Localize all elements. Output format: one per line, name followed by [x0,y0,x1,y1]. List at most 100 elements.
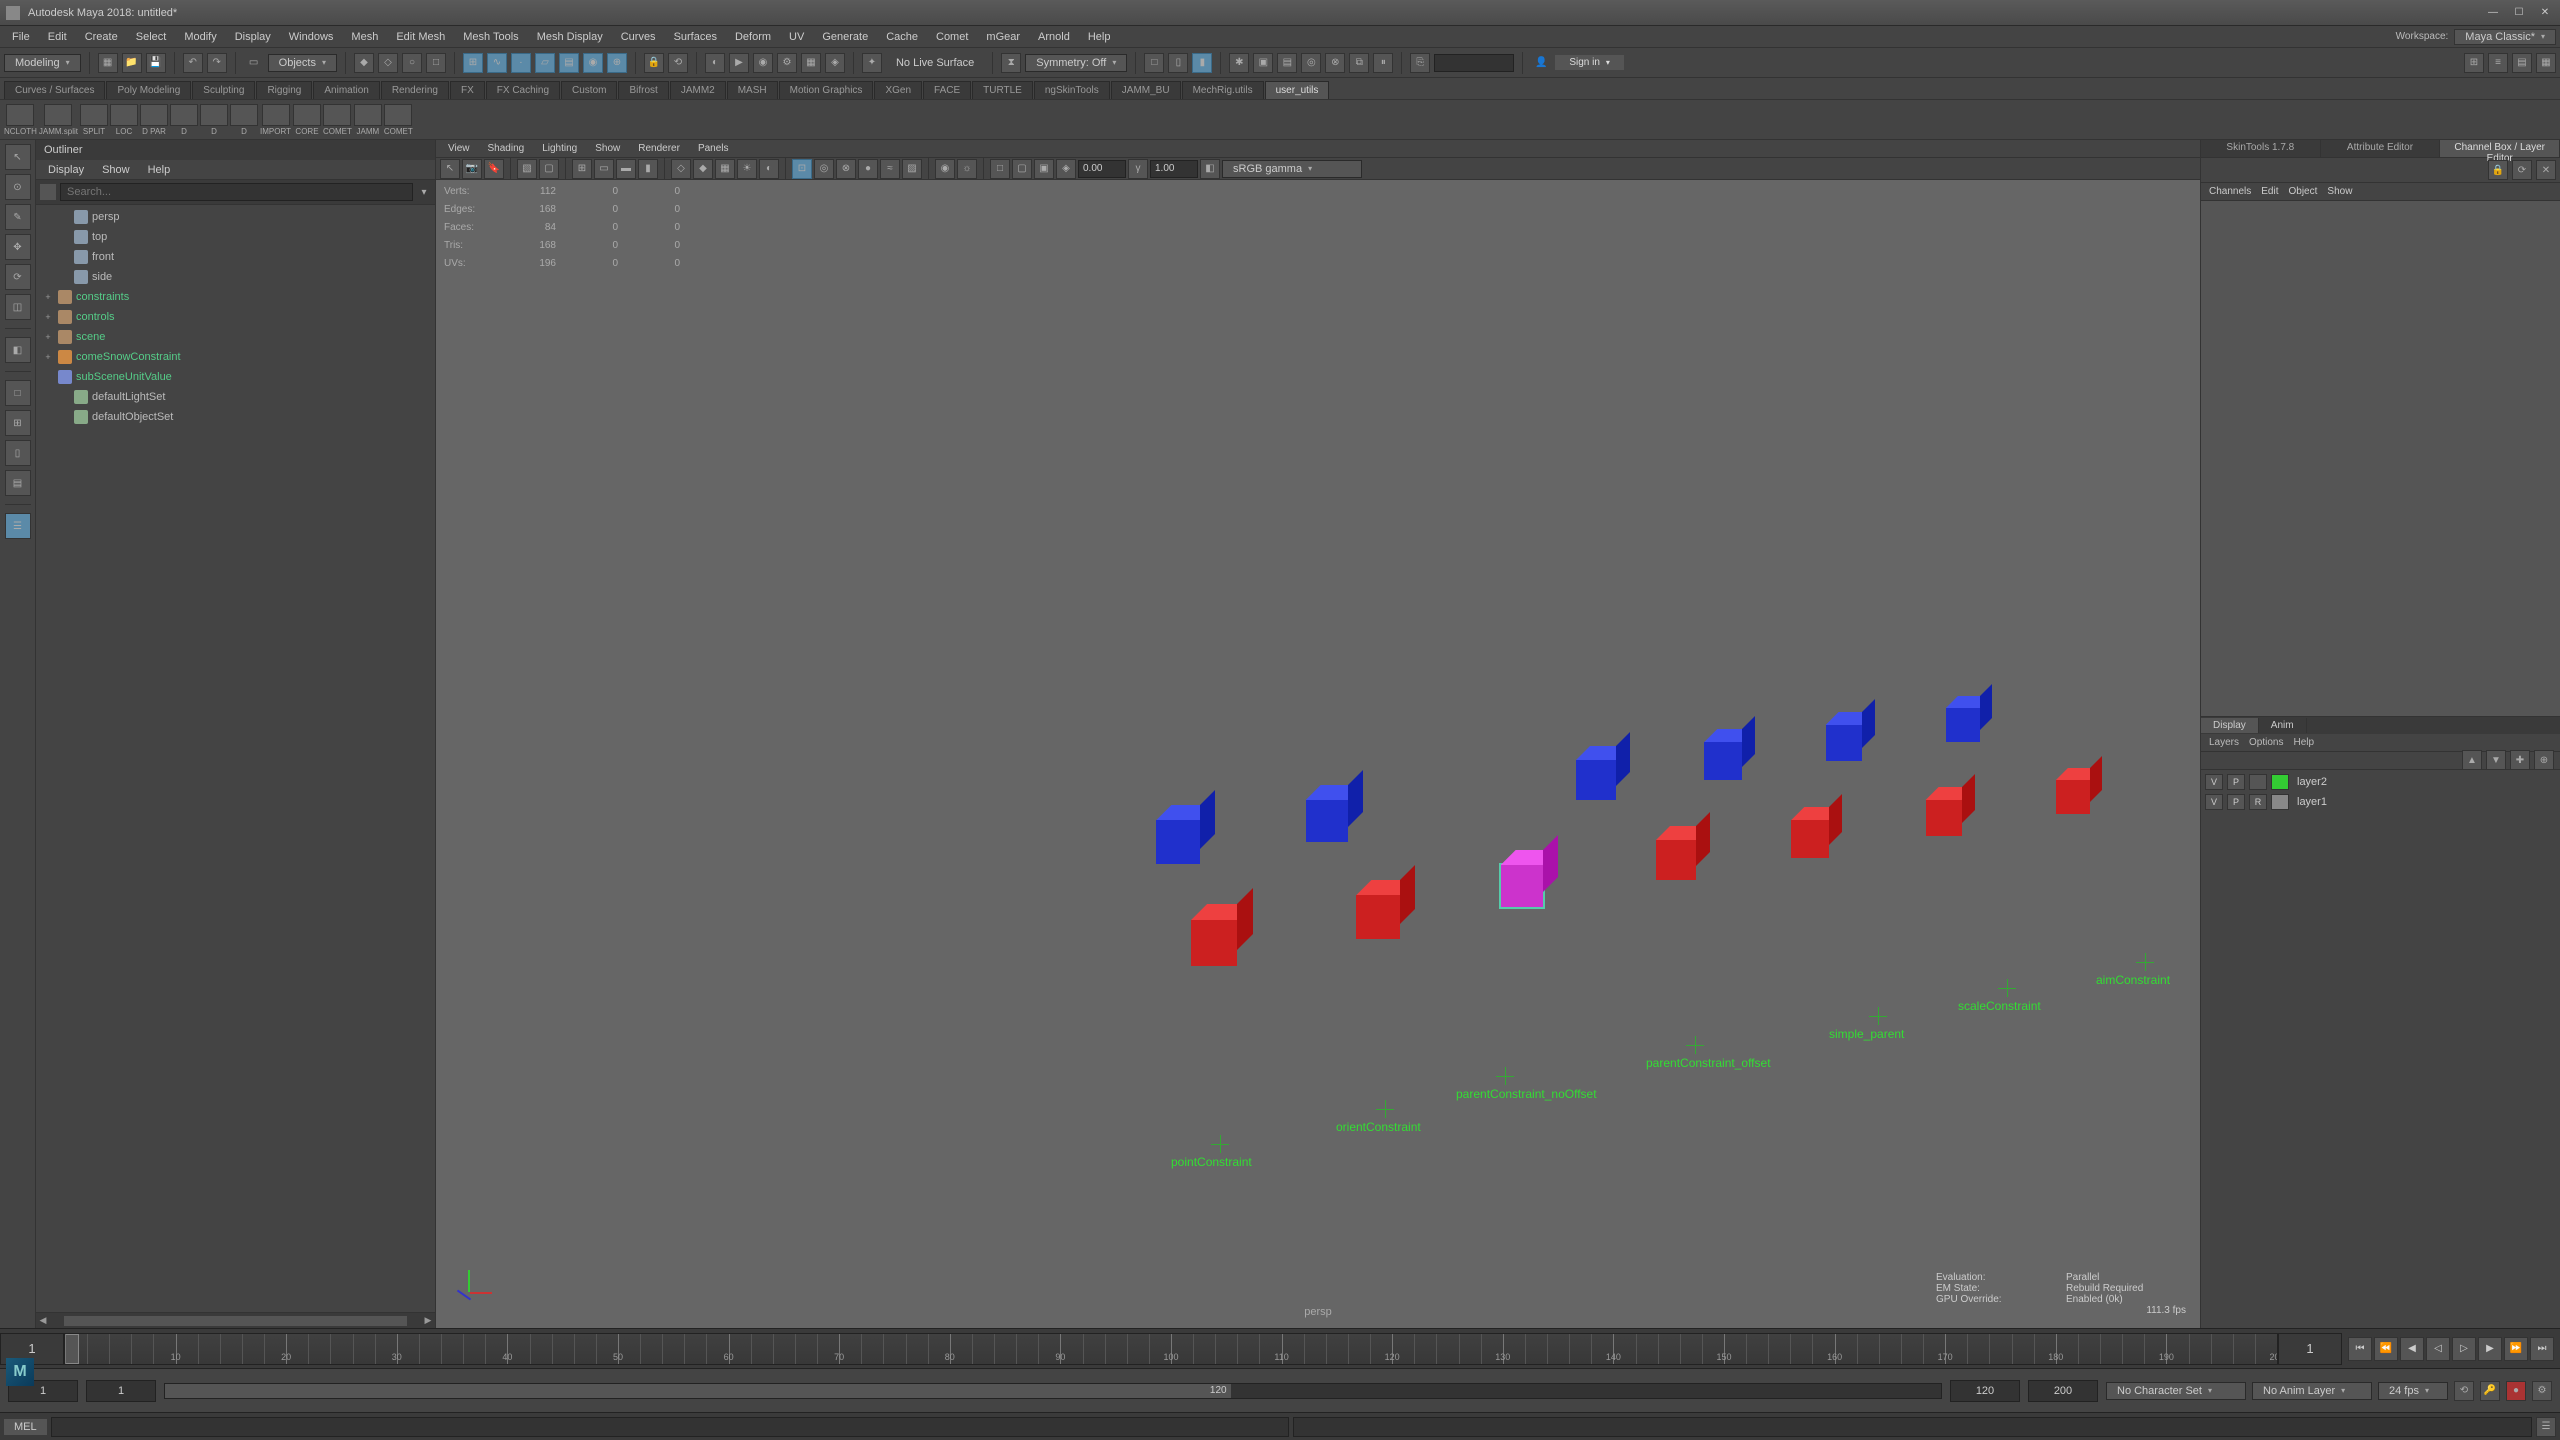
ui-element-4-icon[interactable]: ▦ [2536,53,2556,73]
vp-cam-icon[interactable]: 📷 [462,159,482,179]
shelf-button[interactable]: COMET [323,104,352,136]
workspace-dropdown[interactable]: Maya Classic* [2454,29,2556,45]
layer-color-swatch[interactable] [2271,794,2289,810]
layer-new-empty-icon[interactable]: ✚ [2510,750,2530,770]
shelf-tab[interactable]: Rigging [256,81,312,99]
single-pane-icon[interactable]: □ [5,380,31,406]
shelf-tab[interactable]: XGen [874,81,922,99]
close-button[interactable]: ✕ [2536,6,2554,20]
play-forward-icon[interactable]: ▷ [2452,1337,2476,1361]
vp-textured-icon[interactable]: ▦ [715,159,735,179]
menu-generate[interactable]: Generate [814,29,876,45]
anim-layer-dropdown[interactable]: No Anim Layer [2252,1382,2372,1400]
menu-deform[interactable]: Deform [727,29,779,45]
outliner-tree[interactable]: persptopfrontside+constraints+controls+s… [36,205,435,1312]
layer-type-toggle[interactable]: R [2249,794,2267,810]
search-field[interactable] [1434,54,1514,72]
xgen-icon[interactable]: ✱ [1229,53,1249,73]
menu-comet[interactable]: Comet [928,29,976,45]
outliner-item[interactable]: +scene [36,327,435,347]
live-surface-toggle-icon[interactable]: ✦ [862,53,882,73]
layer-type-toggle[interactable] [2249,774,2267,790]
outliner-item[interactable]: persp [36,207,435,227]
fps-dropdown[interactable]: 24 fps [2378,1382,2448,1400]
outliner-item[interactable]: top [36,227,435,247]
outliner-item[interactable]: side [36,267,435,287]
shelf-tab[interactable]: FX [450,81,485,99]
account-icon[interactable]: 👤 [1531,53,1551,73]
panel-menu-lighting[interactable]: Lighting [534,142,585,155]
expand-icon[interactable]: + [42,332,54,342]
prefs-icon[interactable]: ⚙ [2532,1381,2552,1401]
shelf-button[interactable]: JAMM.split [39,104,78,136]
outliner-item[interactable]: +constraints [36,287,435,307]
shelf-tab[interactable]: Motion Graphics [779,81,874,99]
vp-imageplane-icon[interactable]: ▧ [517,159,537,179]
history-icon[interactable]: ⟲ [668,53,688,73]
menu-mesh-display[interactable]: Mesh Display [529,29,611,45]
vp-exposure-field[interactable] [1078,160,1126,178]
menu-arnold[interactable]: Arnold [1030,29,1078,45]
vp-exposure-icon[interactable]: ☼ [957,159,977,179]
select-tool-icon[interactable]: ↖ [5,144,31,170]
menu-cache[interactable]: Cache [878,29,926,45]
menu-surfaces[interactable]: Surfaces [666,29,725,45]
shelf-tab[interactable]: JAMM_BU [1111,81,1181,99]
shelf-tab[interactable]: ngSkinTools [1034,81,1110,99]
layer-move-up-icon[interactable]: ▲ [2462,750,2482,770]
maximize-button[interactable]: ☐ [2510,6,2528,20]
paint-select-tool-icon[interactable]: ✎ [5,204,31,230]
layer-menu-options[interactable]: Options [2249,737,2283,748]
shelf-tab[interactable]: Custom [561,81,617,99]
shelf-tab[interactable]: Sculpting [192,81,255,99]
panel-menu-renderer[interactable]: Renderer [630,142,688,155]
shelf-tab[interactable]: MechRig.utils [1182,81,1264,99]
snap-point-icon[interactable]: · [511,53,531,73]
layer-playback-toggle[interactable]: P [2227,774,2245,790]
cb-menu-edit[interactable]: Edit [2261,186,2278,197]
scale-tool-icon[interactable]: ◫ [5,294,31,320]
panel-layout-2-icon[interactable]: ▯ [1168,53,1188,73]
step-back-frame-icon[interactable]: ◀ [2400,1337,2424,1361]
step-forward-frame-icon[interactable]: ▶ [2478,1337,2502,1361]
rotate-tool-icon[interactable]: ⟳ [5,264,31,290]
vp-toggle-d-icon[interactable]: ◈ [1056,159,1076,179]
channelbox-body[interactable] [2201,201,2560,716]
save-scene-icon[interactable]: 💾 [146,53,166,73]
pause-icon[interactable]: ⏸ [1373,53,1393,73]
vp-toggle-a-icon[interactable]: □ [990,159,1010,179]
step-back-key-icon[interactable]: ⏪ [2374,1337,2398,1361]
step-forward-key-icon[interactable]: ⏩ [2504,1337,2528,1361]
go-to-end-icon[interactable]: ⏭ [2530,1337,2554,1361]
layer-row[interactable]: VPlayer2 [2205,772,2556,792]
symmetry-dropdown[interactable]: Symmetry: Off [1025,54,1127,72]
vp-toggle-c-icon[interactable]: ▣ [1034,159,1054,179]
toggle-d-icon[interactable]: ⊗ [1325,53,1345,73]
range-slider[interactable]: 120 [164,1383,1942,1399]
sel-mask-1-icon[interactable]: ◆ [354,53,374,73]
menu-curves[interactable]: Curves [613,29,664,45]
vp-aa-icon[interactable]: ▨ [902,159,922,179]
menu-mesh[interactable]: Mesh [343,29,386,45]
render-view-icon[interactable]: ▦ [801,53,821,73]
sign-in-button[interactable]: Sign in▾ [1555,55,1624,70]
expand-icon[interactable]: + [42,292,54,302]
menu-set-dropdown[interactable]: Modeling [4,54,81,72]
outliner-search-input[interactable] [60,183,413,201]
menu-select[interactable]: Select [128,29,175,45]
layer-menu-help[interactable]: Help [2293,737,2314,748]
construction-history-icon[interactable]: ◐ [705,53,725,73]
custom-pane-icon[interactable]: ▤ [5,470,31,496]
shelf-button[interactable]: COMET [384,104,413,136]
vp-gatemask-icon[interactable]: ▮ [638,159,658,179]
outliner-item[interactable]: +controls [36,307,435,327]
outliner-item[interactable]: +comeSnowConstraint [36,347,435,367]
outliner-hscroll[interactable]: ◀ ▶ [36,1312,435,1328]
shelf-button[interactable]: D [230,104,258,136]
outliner-item[interactable]: subSceneUnitValue [36,367,435,387]
vp-resgate-icon[interactable]: ▬ [616,159,636,179]
outliner-toggle-icon[interactable]: ☰ [5,513,31,539]
locator-icon[interactable] [2136,953,2154,971]
vp-2d-icon[interactable]: ▢ [539,159,559,179]
outliner-menu-help[interactable]: Help [140,162,179,178]
